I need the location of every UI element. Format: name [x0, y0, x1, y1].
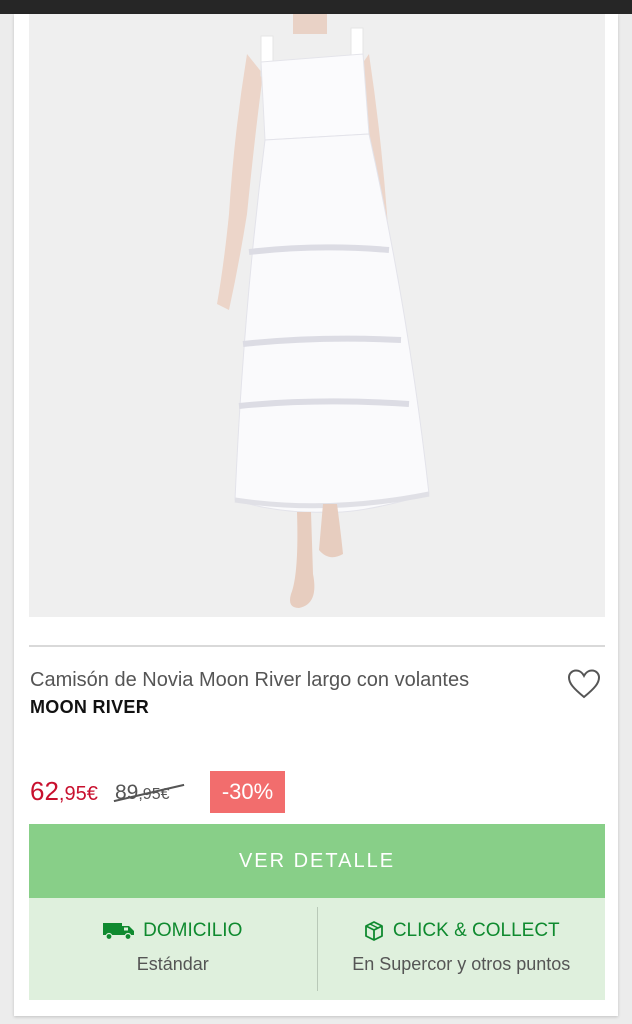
view-detail-button[interactable]: VER DETALLE [29, 824, 605, 898]
product-card[interactable]: Camisón de Novia Moon River largo con vo… [14, 14, 618, 1016]
heart-icon [567, 669, 601, 699]
delivery-options: DOMICILIO Estándar CLICK & COLLECT En Su… [29, 898, 605, 1000]
delivery-home-sub: Estándar [136, 954, 209, 974]
delivery-home-label: DOMICILIO [143, 920, 243, 941]
product-brand[interactable]: MOON RIVER [30, 697, 149, 718]
box-icon [364, 921, 383, 941]
current-price: 62,95€ [30, 776, 98, 807]
current-price-decimals: ,95€ [58, 783, 98, 805]
delivery-click-label: CLICK & COLLECT [392, 920, 560, 941]
product-title[interactable]: Camisón de Novia Moon River largo con vo… [30, 669, 550, 692]
truck-icon [103, 923, 135, 941]
divider [29, 645, 605, 647]
delivery-click-sub: En Supercor y otros puntos [352, 954, 571, 974]
original-price: 89,95€ [113, 781, 185, 805]
delivery-click-collect[interactable]: CLICK & COLLECT En Supercor y otros punt… [318, 898, 606, 1000]
delivery-home[interactable]: DOMICILIO Estándar [29, 898, 317, 1000]
dress-illustration [29, 14, 605, 617]
discount-badge: -30% [210, 771, 285, 813]
status-bar [0, 0, 632, 14]
product-image[interactable] [29, 14, 605, 617]
current-price-integer: 62 [30, 776, 59, 806]
favorite-button[interactable] [567, 668, 601, 700]
